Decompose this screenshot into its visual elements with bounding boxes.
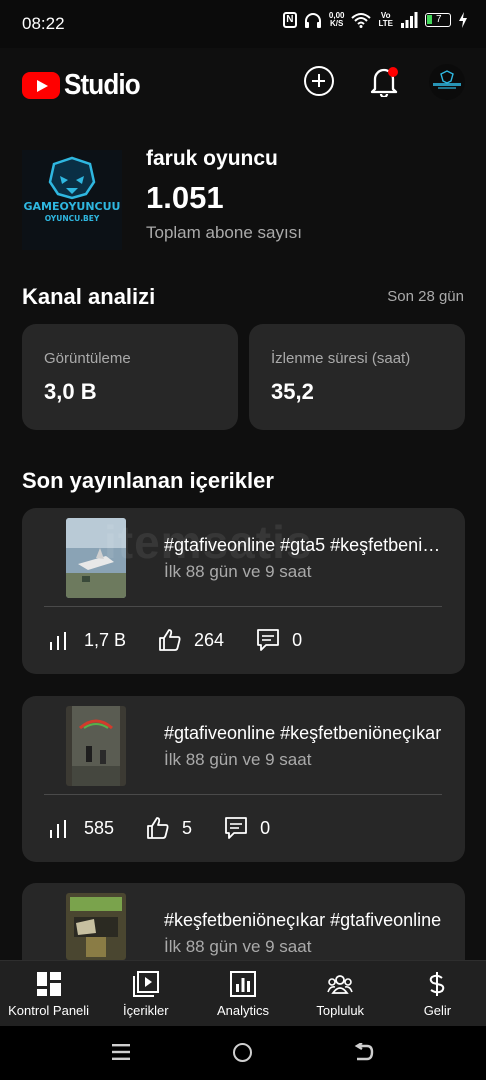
- nav-dashboard[interactable]: Kontrol Paneli: [0, 961, 97, 1026]
- analytics-period: Son 28 gün: [387, 288, 464, 305]
- video-thumbnail-image: [66, 706, 126, 786]
- views-value: 3,0 B: [44, 379, 97, 404]
- video-stats: 585 5 0: [48, 814, 302, 842]
- community-icon: [327, 975, 353, 994]
- analytics-icon: [230, 971, 256, 997]
- video-thumbnail[interactable]: [66, 893, 126, 960]
- channel-logo-line1: GAMEOYUNCUU: [23, 200, 120, 213]
- video-card[interactable]: #gtafiveonline #gta5 #keşfetbeniöneçıkar…: [22, 508, 465, 674]
- video-card[interactable]: #gtafiveonline #keşfetbeniöneçıkar İlk 8…: [22, 696, 465, 862]
- video-thumbnail[interactable]: [66, 706, 126, 786]
- divider: [44, 794, 442, 795]
- likes-stat: 264: [158, 628, 224, 652]
- wifi-icon: [351, 13, 372, 28]
- account-avatar[interactable]: [429, 64, 465, 100]
- views-label: Görüntüleme: [44, 350, 131, 367]
- headphones-icon: [304, 13, 321, 28]
- nav-content-label: İçerikler: [123, 1003, 169, 1018]
- comment-icon: [257, 629, 279, 651]
- video-thumbnail[interactable]: [66, 518, 126, 598]
- comments-stat: 0: [256, 628, 302, 652]
- comments-count: 0: [292, 629, 303, 650]
- video-title: #gtafiveonline #gta5 #keşfetbeniöneçıkar: [164, 535, 446, 555]
- earn-icon: [430, 972, 445, 996]
- notifications-button[interactable]: [369, 65, 399, 99]
- status-bar: 08:22 N 0,00 K/S Vo LTE 7: [0, 0, 486, 48]
- battery-level: 7: [436, 14, 442, 25]
- subscriber-count: 1.051: [146, 180, 224, 215]
- video-subtitle: İlk 88 gün ve 9 saat: [164, 562, 312, 581]
- subscriber-label: Toplam abone sayısı: [146, 223, 302, 242]
- battery-icon: 7: [425, 13, 451, 27]
- views-count: 1,7 B: [84, 629, 127, 650]
- home-icon[interactable]: [233, 1043, 252, 1062]
- watch-time-value: 35,2: [271, 379, 314, 404]
- youtube-logo-icon: [22, 72, 60, 99]
- divider: [44, 606, 442, 607]
- nav-analytics-label: Analytics: [216, 1003, 270, 1018]
- analytics-title: Kanal analizi: [22, 284, 156, 309]
- recent-content-title: Son yayınlanan içerikler: [22, 468, 274, 493]
- video-thumbnail-image: [66, 518, 126, 598]
- dashboard-icon: [36, 972, 61, 996]
- likes-count: 264: [194, 629, 225, 650]
- nav-community[interactable]: Topluluk: [292, 961, 389, 1026]
- studio-logo-text: Studio: [64, 69, 141, 101]
- channel-logo-small-icon: [433, 70, 461, 89]
- watch-time-label: İzlenme süresi (saat): [271, 350, 411, 367]
- volte-indicator: Vo LTE: [378, 12, 393, 28]
- channel-logo-line2: OYUNCU.BEY: [45, 214, 100, 223]
- likes-stat: 5: [146, 816, 192, 840]
- nav-earn-label: Gelir: [423, 1003, 452, 1018]
- status-time: 08:22: [22, 14, 65, 33]
- net-speed-unit: K/S: [330, 19, 344, 28]
- video-thumbnail-image: [66, 893, 126, 960]
- back-icon[interactable]: [354, 1043, 374, 1062]
- top-app-bar: Studio: [0, 48, 486, 114]
- nfc-icon: N: [282, 12, 297, 28]
- content-icon: [132, 971, 159, 997]
- nav-content[interactable]: İçerikler: [97, 961, 194, 1026]
- create-button[interactable]: [304, 66, 334, 96]
- net-speed: 0,00 K/S: [329, 12, 345, 28]
- channel-name: faruk oyuncu: [146, 147, 278, 170]
- comments-count: 0: [260, 817, 271, 838]
- views-stat: 1,7 B: [48, 628, 126, 652]
- views-card[interactable]: Görüntüleme 3,0 B: [22, 324, 238, 430]
- studio-logo[interactable]: Studio: [22, 69, 148, 102]
- volte-bottom: LTE: [378, 19, 393, 28]
- thumbs-up-icon: [147, 817, 169, 839]
- channel-logo-icon: GAMEOYUNCUU OYUNCU.BEY: [23, 156, 121, 223]
- notification-badge: [388, 67, 398, 77]
- watch-time-card[interactable]: İzlenme süresi (saat) 35,2: [249, 324, 465, 430]
- nav-dashboard-label: Kontrol Paneli: [8, 1003, 90, 1018]
- views-count: 585: [84, 817, 115, 838]
- comments-stat: 0: [224, 816, 270, 840]
- signal-icon: [401, 12, 418, 28]
- video-subtitle: İlk 88 gün ve 9 saat: [164, 750, 312, 769]
- nav-analytics[interactable]: Analytics: [194, 961, 291, 1026]
- channel-avatar[interactable]: GAMEOYUNCUU OYUNCU.BEY: [22, 150, 122, 250]
- thumbs-up-icon: [159, 629, 181, 651]
- status-icons: N 0,00 K/S Vo LTE 7: [282, 12, 468, 28]
- nav-earn[interactable]: Gelir: [389, 961, 486, 1026]
- video-card[interactable]: #keşfetbeniöneçıkar #gtafiveonline İlk 8…: [22, 883, 465, 960]
- video-subtitle: İlk 88 gün ve 9 saat: [164, 937, 312, 956]
- comment-icon: [225, 817, 247, 839]
- charging-icon: [459, 12, 467, 28]
- views-stat: 585: [48, 816, 114, 840]
- nav-community-label: Topluluk: [316, 1003, 365, 1018]
- views-bars-icon: [50, 820, 66, 838]
- recents-icon[interactable]: [112, 1044, 130, 1060]
- likes-count: 5: [182, 817, 193, 838]
- system-navigation-bar: [0, 1026, 486, 1080]
- bottom-navigation: Kontrol Paneli İçerikler Analytics Toplu…: [0, 960, 486, 1026]
- video-title: #gtafiveonline #keşfetbeniöneçıkar: [164, 723, 442, 743]
- video-title: #keşfetbeniöneçıkar #gtafiveonline: [164, 910, 442, 930]
- views-bars-icon: [50, 632, 66, 650]
- video-stats: 1,7 B 264 0: [48, 626, 334, 654]
